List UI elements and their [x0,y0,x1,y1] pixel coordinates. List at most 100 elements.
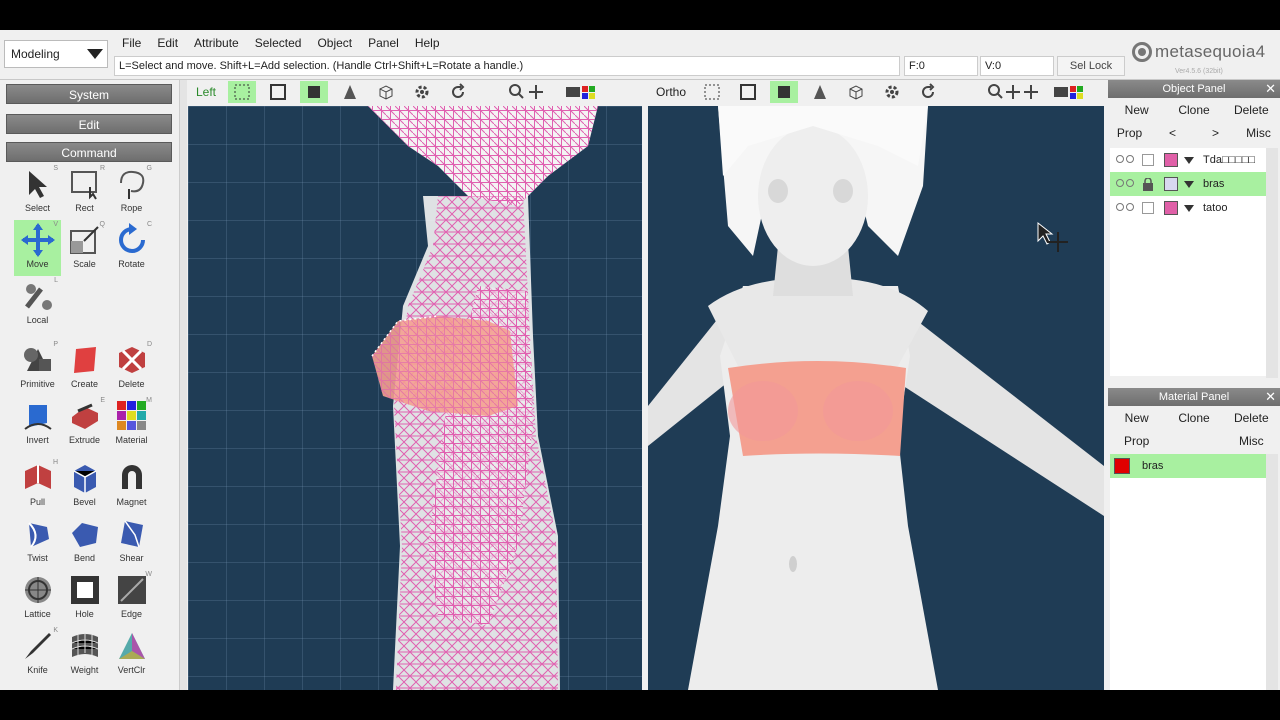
material-name: bras [1142,460,1164,472]
gear-icon[interactable] [408,81,436,103]
object-row[interactable]: bras [1110,172,1268,196]
tool-local[interactable]: L Local [14,276,61,332]
color-palette-icon[interactable] [1052,81,1092,103]
left-viewport[interactable] [188,106,642,690]
edge-mode-icon[interactable] [264,81,292,103]
object-next-button[interactable]: > [1194,126,1237,140]
tool-pull[interactable]: H Pull [14,458,61,514]
shading-icon[interactable] [806,81,834,103]
object-delete-button[interactable]: Delete [1223,103,1280,117]
tool-weight[interactable]: Weight [61,626,108,682]
object-color-swatch[interactable] [1164,201,1178,215]
tool-bend[interactable]: Bend [61,514,108,570]
wireframe-cube-icon[interactable] [842,81,870,103]
menu-selected[interactable]: Selected [247,36,310,50]
tool-rect[interactable]: R Rect [61,164,108,220]
sel-lock-button[interactable]: Sel Lock [1057,56,1125,76]
material-delete-button[interactable]: Delete [1223,411,1280,425]
zoom-pan-icon[interactable] [506,81,550,103]
command-panel-scrollbar[interactable] [179,80,187,690]
tool-invert[interactable]: Invert [14,396,61,452]
lock-toggle[interactable] [1142,154,1154,166]
material-clone-button[interactable]: Clone [1165,411,1222,425]
tool-extrude[interactable]: E Extrude [61,396,108,452]
tool-material[interactable]: M Material [108,396,155,452]
menu-edit[interactable]: Edit [149,36,186,50]
material-list-scrollbar[interactable] [1266,454,1278,690]
tool-create[interactable]: Create [61,340,108,396]
gear-icon[interactable] [878,81,906,103]
visibility-icon[interactable] [1116,203,1134,213]
viewport-ortho-label[interactable]: Ortho [648,85,694,99]
material-row[interactable]: bras [1110,454,1268,478]
object-clone-button[interactable]: Clone [1165,103,1222,117]
lock-toggle[interactable] [1142,202,1154,214]
material-prop-button[interactable]: Prop [1108,434,1165,448]
lock-icon[interactable] [1142,177,1154,191]
object-misc-button[interactable]: Misc [1237,126,1280,140]
refresh-icon[interactable] [444,81,472,103]
mode-dropdown[interactable]: Modeling [4,40,108,68]
expand-triangle-icon[interactable] [1184,180,1194,188]
object-row[interactable]: Tda□□□□□ [1110,148,1268,172]
material-color-swatch[interactable] [1114,458,1130,474]
wireframe-cube-icon[interactable] [372,81,400,103]
material-misc-button[interactable]: Misc [1223,434,1280,448]
command-section-button[interactable]: Command [6,142,172,162]
object-color-swatch[interactable] [1164,153,1178,167]
system-section-button[interactable]: System [6,84,172,104]
zoom-pan-rotate-icon[interactable] [986,81,1044,103]
object-new-button[interactable]: New [1108,103,1165,117]
menu-object[interactable]: Object [309,36,360,50]
tool-label: Lattice [24,609,51,619]
menu-panel[interactable]: Panel [360,36,407,50]
close-icon[interactable]: ✕ [1265,388,1276,406]
face-mode-icon[interactable] [300,81,329,103]
tool-knife[interactable]: K Knife [14,626,61,682]
ortho-viewport[interactable] [648,106,1104,690]
object-prev-button[interactable]: < [1151,126,1194,140]
object-prop-button[interactable]: Prop [1108,126,1151,140]
tool-edge[interactable]: W Edge [108,570,155,626]
tool-delete[interactable]: D Delete [108,340,155,396]
vertex-mode-icon[interactable] [228,81,257,103]
tool-label: Move [26,259,49,269]
menu-help[interactable]: Help [407,36,448,50]
object-list-scrollbar[interactable] [1266,148,1278,378]
menu-attribute[interactable]: Attribute [186,36,247,50]
material-new-button[interactable]: New [1108,411,1165,425]
tool-move[interactable]: V Move [14,220,61,276]
object-color-swatch[interactable] [1164,177,1178,191]
tool-bevel[interactable]: Bevel [61,458,108,514]
edit-section-button[interactable]: Edit [6,114,172,134]
edge-mode-icon[interactable] [734,81,762,103]
tool-select[interactable]: S Select [14,164,61,220]
face-mode-icon[interactable] [770,81,799,103]
tool-twist[interactable]: Twist [14,514,61,570]
local-axis-icon [21,279,55,313]
visibility-icon[interactable] [1116,155,1134,165]
tool-hole[interactable]: Hole [61,570,108,626]
tool-label: Select [24,203,50,213]
tool-rotate[interactable]: C Rotate [108,220,155,276]
refresh-icon[interactable] [914,81,942,103]
tool-rope[interactable]: G Rope [108,164,155,220]
object-row[interactable]: tatoo [1110,196,1268,220]
viewport-left-label[interactable]: Left [188,85,224,99]
expand-triangle-icon[interactable] [1184,204,1194,212]
expand-triangle-icon[interactable] [1184,156,1194,164]
tool-shear[interactable]: Shear [108,514,155,570]
close-icon[interactable]: ✕ [1265,80,1276,98]
tool-lattice[interactable]: Lattice [14,570,61,626]
shading-icon[interactable] [336,81,364,103]
tool-magnet[interactable]: Magnet [108,458,155,514]
tool-scale[interactable]: Q Scale [61,220,108,276]
visibility-icon[interactable] [1116,179,1134,189]
color-palette-icon[interactable] [564,81,604,103]
tool-primitive[interactable]: P Primitive [14,340,61,396]
menu-file[interactable]: File [114,36,149,50]
logo-icon [1132,42,1152,62]
tool-vertclr[interactable]: VertClr [108,626,155,682]
vertex-mode-icon[interactable] [698,81,726,103]
tool-label: Edge [120,609,143,619]
